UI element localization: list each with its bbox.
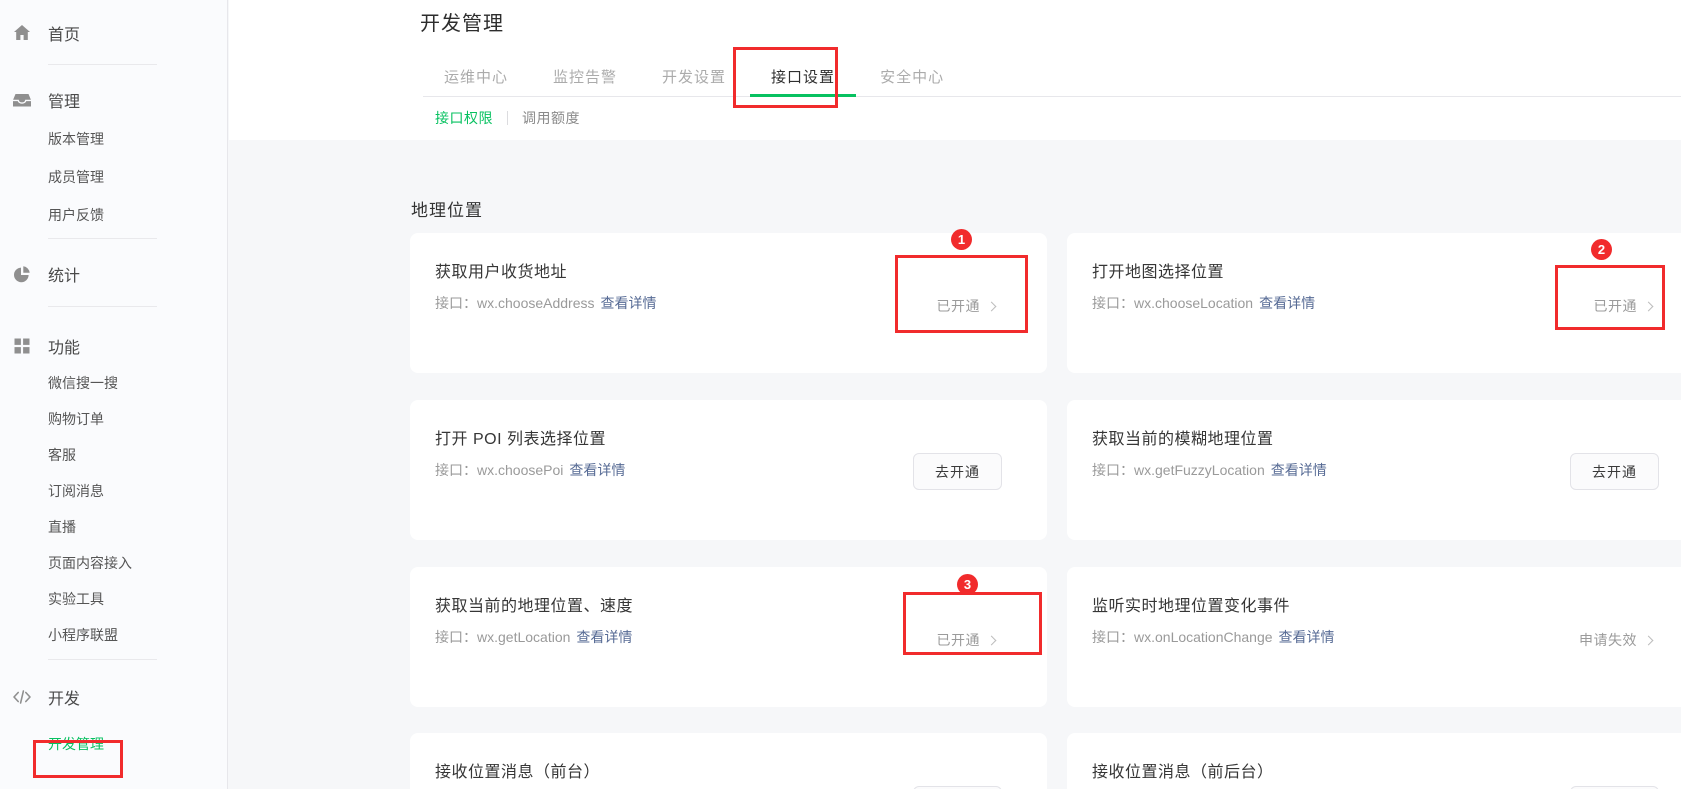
inbox-icon <box>12 90 32 110</box>
section-title-geolocation: 地理位置 <box>411 196 483 221</box>
sidebar-item-wechat-search[interactable]: 微信搜一搜 <box>0 372 227 394</box>
sidebar-item-dev-manage-active[interactable]: 开发管理 <box>0 733 227 755</box>
api-label: 接口： <box>1092 462 1134 478</box>
card-title: 获取当前的地理位置、速度 <box>435 592 633 616</box>
api-card-get-location: 获取当前的地理位置、速度 接口：wx.getLocation 查看详情 已开通 <box>410 567 1047 707</box>
card-title: 打开地图选择位置 <box>1092 258 1224 282</box>
main-content: 开发管理 运维中心 监控告警 开发设置 接口设置 安全中心 接口权限 调用额度 … <box>229 0 1681 789</box>
view-details-link[interactable]: 查看详情 <box>1279 629 1335 645</box>
sidebar-divider <box>48 306 157 307</box>
api-name: wx.chooseAddress <box>477 295 595 311</box>
card-title: 接收位置消息（前后台） <box>1092 758 1274 782</box>
api-card-receive-location-foreground: 接收位置消息（前台） 去开通 <box>410 733 1047 789</box>
view-details-link[interactable]: 查看详情 <box>576 629 632 645</box>
card-api-line: 接口：wx.getLocation 查看详情 <box>435 627 632 647</box>
sidebar-item-page-content[interactable]: 页面内容接入 <box>0 552 227 574</box>
sidebar-item-label: 首页 <box>48 21 80 45</box>
tab-security-center[interactable]: 安全中心 <box>859 58 965 96</box>
tab-operations-center[interactable]: 运维中心 <box>423 58 529 96</box>
sidebar-item-development[interactable]: 开发 <box>0 685 227 709</box>
sidebar-item-version-manage[interactable]: 版本管理 <box>0 128 227 150</box>
api-label: 接口： <box>1092 295 1134 311</box>
view-details-link[interactable]: 查看详情 <box>1259 295 1315 311</box>
api-label: 接口： <box>435 629 477 645</box>
view-details-link[interactable]: 查看详情 <box>601 295 657 311</box>
sidebar-item-label: 管理 <box>48 88 80 112</box>
chevron-right-icon <box>1644 302 1654 312</box>
sidebar-item-home[interactable]: 首页 <box>0 21 227 45</box>
sidebar-item-label: 功能 <box>48 334 80 358</box>
api-label: 接口： <box>435 295 477 311</box>
api-card-receive-location-fore-background: 接收位置消息（前后台） 去开通 <box>1067 733 1681 789</box>
api-name: wx.onLocationChange <box>1134 629 1273 645</box>
sidebar-item-label: 开发 <box>48 685 80 709</box>
card-title: 监听实时地理位置变化事件 <box>1092 592 1290 616</box>
api-name: wx.choosePoi <box>477 462 563 478</box>
subtab-call-quota[interactable]: 调用额度 <box>522 108 580 128</box>
home-icon <box>12 23 32 43</box>
card-api-line: 接口：wx.getFuzzyLocation 查看详情 <box>1092 460 1327 480</box>
chevron-right-icon <box>987 636 997 646</box>
sidebar-item-features[interactable]: 功能 <box>0 334 227 358</box>
card-api-line: 接口：wx.chooseLocation 查看详情 <box>1092 293 1315 313</box>
card-api-line: 接口：wx.onLocationChange 查看详情 <box>1092 627 1335 647</box>
api-name: wx.getLocation <box>477 629 570 645</box>
sidebar-item-shopping-orders[interactable]: 购物订单 <box>0 408 227 430</box>
activate-button[interactable]: 去开通 <box>1570 453 1659 490</box>
card-title: 接收位置消息（前台） <box>435 758 600 782</box>
chevron-right-icon <box>1644 636 1654 646</box>
view-details-link[interactable]: 查看详情 <box>1271 462 1327 478</box>
status-opened[interactable]: 已开通 <box>937 630 996 650</box>
sidebar-item-subscribe-message[interactable]: 订阅消息 <box>0 480 227 502</box>
tab-interface-settings[interactable]: 接口设置 <box>750 58 856 96</box>
subtab-bar: 接口权限 调用额度 <box>435 108 580 128</box>
api-card-choose-poi: 打开 POI 列表选择位置 接口：wx.choosePoi 查看详情 去开通 <box>410 400 1047 540</box>
sidebar-item-member-manage[interactable]: 成员管理 <box>0 166 227 188</box>
sidebar-item-user-feedback[interactable]: 用户反馈 <box>0 204 227 226</box>
tab-monitor-alerts[interactable]: 监控告警 <box>532 58 638 96</box>
sidebar-item-live[interactable]: 直播 <box>0 516 227 538</box>
api-card-choose-address: 获取用户收货地址 接口：wx.chooseAddress 查看详情 已开通 <box>410 233 1047 373</box>
page-title: 开发管理 <box>420 7 504 36</box>
subtab-interface-permission[interactable]: 接口权限 <box>435 108 493 128</box>
sidebar-divider <box>48 659 157 660</box>
api-label: 接口： <box>435 462 477 478</box>
pie-chart-icon <box>12 264 32 284</box>
code-icon <box>12 687 32 707</box>
card-api-line: 接口：wx.choosePoi 查看详情 <box>435 460 625 480</box>
sidebar-item-experiment-tools[interactable]: 实验工具 <box>0 588 227 610</box>
sidebar-item-manage[interactable]: 管理 <box>0 88 227 112</box>
api-label: 接口： <box>1092 629 1134 645</box>
api-card-on-location-change: 监听实时地理位置变化事件 接口：wx.onLocationChange查看详情 … <box>1067 567 1681 707</box>
sidebar-item-customer-service[interactable]: 客服 <box>0 444 227 466</box>
tab-dev-settings[interactable]: 开发设置 <box>641 58 747 96</box>
sidebar-divider <box>48 238 157 239</box>
sidebar-divider <box>48 64 157 65</box>
tab-bar: 运维中心 监控告警 开发设置 接口设置 安全中心 <box>423 58 1681 97</box>
card-title: 获取当前的模糊地理位置 <box>1092 425 1274 449</box>
card-api-line: 接口：wx.chooseAddress 查看详情 <box>435 293 657 313</box>
status-opened[interactable]: 已开通 <box>1594 296 1653 316</box>
subtab-divider <box>507 111 508 125</box>
api-card-choose-location: 打开地图选择位置 接口：wx.chooseLocation 查看详情 已开通 <box>1067 233 1681 373</box>
api-name: wx.chooseLocation <box>1134 295 1253 311</box>
api-name: wx.getFuzzyLocation <box>1134 462 1265 478</box>
grid-icon <box>12 336 32 356</box>
sidebar-item-label: 统计 <box>48 262 80 286</box>
status-opened[interactable]: 已开通 <box>937 296 996 316</box>
card-title: 获取用户收货地址 <box>435 258 567 282</box>
chevron-right-icon <box>987 302 997 312</box>
card-title: 打开 POI 列表选择位置 <box>435 425 606 449</box>
sidebar-item-statistics[interactable]: 统计 <box>0 262 227 286</box>
sidebar-item-miniprogram-alliance[interactable]: 小程序联盟 <box>0 624 227 646</box>
view-details-link[interactable]: 查看详情 <box>569 462 625 478</box>
api-card-get-fuzzy-location: 获取当前的模糊地理位置 接口：wx.getFuzzyLocation 查看详情 去… <box>1067 400 1681 540</box>
activate-button[interactable]: 去开通 <box>913 453 1002 490</box>
sidebar: 首页 管理 版本管理 成员管理 用户反馈 统计 <box>0 0 228 789</box>
status-application-expired[interactable]: 申请失效 <box>1579 630 1652 650</box>
